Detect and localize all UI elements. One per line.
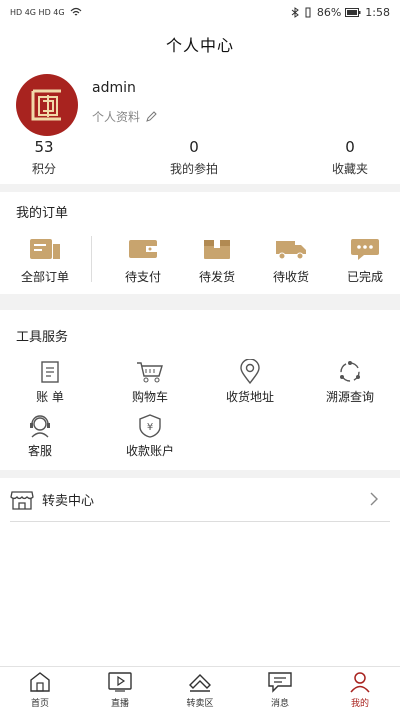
trace-icon	[340, 361, 360, 382]
orders-section: 我的订单 全部订单 待支付 待发货 待收货 已完成	[0, 192, 400, 294]
avatar[interactable]	[16, 74, 78, 136]
orders-title: 我的订单	[16, 206, 69, 221]
order-completed-label: 已完成	[346, 270, 383, 284]
tool-account[interactable]: ¥ 收款账户	[110, 412, 190, 459]
tool-service-label: 客服	[27, 444, 52, 458]
bottom-tab-bar: 首页 直播 转卖区 消息 我的	[0, 666, 400, 711]
order-pending-payment-label: 待支付	[124, 270, 161, 284]
order-all[interactable]: 全部订单	[10, 236, 80, 285]
order-pending-receipt[interactable]: 待收货	[256, 236, 326, 285]
stat-bids-label: 我的参拍	[169, 162, 218, 176]
user-icon	[350, 672, 370, 693]
tool-service[interactable]: 客服	[0, 412, 80, 459]
profile-link[interactable]: 个人资料	[92, 108, 157, 125]
tool-cart-label: 购物车	[131, 390, 168, 404]
resale-center-row[interactable]: 转卖中心	[10, 478, 390, 522]
order-pending-payment[interactable]: 待支付	[108, 236, 178, 285]
tool-address[interactable]: 收货地址	[210, 358, 290, 405]
tab-mine-label: 我的	[350, 699, 369, 709]
stat-favorites[interactable]: 0 收藏夹	[310, 138, 390, 177]
order-completed[interactable]: 已完成	[330, 236, 400, 285]
box-icon	[204, 240, 230, 259]
tab-home-label: 首页	[30, 699, 49, 709]
stat-points-value: 53	[34, 138, 54, 156]
battery-icon	[345, 7, 361, 17]
truck-icon	[276, 241, 306, 260]
brand-logo-icon	[31, 89, 61, 121]
username: admin	[92, 80, 136, 96]
tab-home[interactable]: 首页	[10, 671, 70, 709]
service-icon	[30, 415, 50, 438]
page-title: 个人中心	[165, 36, 234, 55]
message-icon	[268, 672, 292, 693]
tab-resale[interactable]: 转卖区	[170, 671, 230, 709]
tools-title: 工具服务	[16, 330, 69, 345]
tab-resale-label: 转卖区	[186, 699, 214, 709]
tab-messages-label: 消息	[270, 699, 289, 709]
stat-favorites-value: 0	[345, 138, 355, 156]
all-orders-icon	[30, 239, 60, 259]
tool-trace[interactable]: 溯源查询	[310, 358, 390, 405]
svg-text:¥: ¥	[147, 422, 153, 433]
tool-account-label: 收款账户	[125, 444, 174, 458]
order-pending-shipment-label: 待发货	[198, 270, 235, 284]
tab-live[interactable]: 直播	[90, 671, 150, 709]
tool-bill[interactable]: 账 单	[10, 358, 90, 405]
tab-messages[interactable]: 消息	[250, 671, 310, 709]
chevron-right-icon	[370, 492, 378, 506]
resale-center-label: 转卖中心	[42, 494, 95, 509]
account-icon: ¥	[139, 414, 161, 438]
cart-icon	[137, 362, 163, 383]
tag-icon	[189, 674, 211, 692]
tool-trace-label: 溯源查询	[325, 390, 374, 404]
profile-link-label: 个人资料	[92, 110, 141, 124]
resale-section: 转卖中心	[0, 478, 400, 666]
bluetooth-icon	[291, 6, 299, 18]
vibrate-icon	[305, 7, 311, 17]
wifi-icon	[70, 7, 81, 16]
location-icon	[240, 359, 260, 385]
store-icon	[10, 490, 34, 510]
carrier-icons: HD 4G HD 4G	[10, 7, 65, 17]
clock: 1:58	[365, 5, 390, 19]
stat-bids-value: 0	[189, 138, 199, 156]
live-play-icon	[108, 672, 132, 692]
tab-live-label: 直播	[110, 699, 129, 709]
signal-indicators: HD 4G HD 4G	[10, 7, 82, 17]
home-icon	[30, 672, 50, 692]
stat-points[interactable]: 53 积分	[4, 138, 84, 177]
status-bar: HD 4G HD 4G 86% 1:58	[0, 0, 400, 24]
chat-icon	[351, 239, 379, 260]
profile-stats: 53 积分 0 我的参拍 0 收藏夹	[0, 138, 400, 178]
order-pending-shipment[interactable]: 待发货	[182, 236, 252, 285]
stat-bids[interactable]: 0 我的参拍	[154, 138, 234, 177]
tool-address-label: 收货地址	[225, 390, 274, 404]
stat-favorites-label: 收藏夹	[331, 162, 368, 176]
edit-pencil-icon	[146, 111, 157, 122]
order-pending-receipt-label: 待收货	[272, 270, 309, 284]
tool-bill-label: 账 单	[36, 390, 64, 404]
tools-section: 工具服务 账 单 购物车 收货地址 溯源查询 客服 ¥ 收款账户	[0, 310, 400, 470]
stat-points-label: 积分	[31, 162, 56, 176]
profile-card: admin 个人资料 53 积分 0 我的参拍 0 收藏夹	[0, 64, 400, 184]
tool-cart[interactable]: 购物车	[110, 358, 190, 405]
tab-mine[interactable]: 我的	[330, 671, 390, 709]
battery-percent: 86%	[316, 5, 342, 19]
wallet-icon	[129, 240, 157, 258]
order-all-label: 全部订单	[20, 270, 69, 284]
bill-icon	[41, 361, 59, 383]
nav-bar: 个人中心	[0, 24, 400, 64]
